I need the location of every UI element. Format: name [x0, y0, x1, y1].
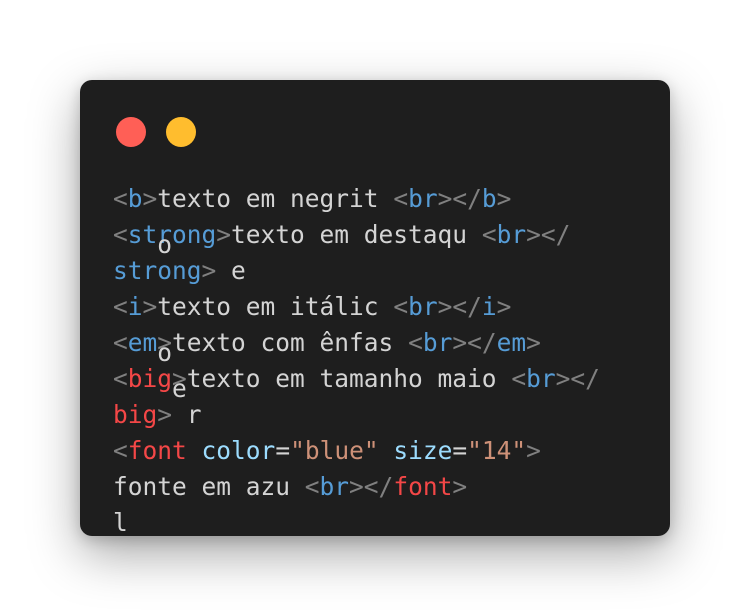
code-token-tag-red: big	[127, 364, 173, 393]
code-token-tag-blue: br	[422, 328, 453, 357]
code-token-tag-red: big	[113, 400, 158, 429]
code-token-bracket: >	[216, 220, 232, 249]
code-token-text: =	[275, 436, 291, 465]
code-token-tag-blue: br	[408, 184, 438, 213]
code-line: <i>texto em itálic <br></i>	[113, 289, 600, 325]
code-line: <big>texto em tamanho maio <br></e	[113, 361, 600, 403]
code-token-text: texto em destaqu	[231, 220, 482, 249]
code-line: strong> e	[113, 253, 600, 289]
code-token-bracket: <	[113, 292, 128, 321]
code-token-bracket: <	[113, 184, 128, 213]
code-token-bracket: <	[113, 364, 128, 393]
code-token-bracket: <	[393, 184, 409, 213]
code-token-bracket: >	[157, 400, 173, 429]
code-token-tag-blue: em	[496, 328, 527, 357]
code-token-text: r	[172, 400, 202, 429]
code-token-string: "blue"	[290, 436, 379, 465]
code-token-bracket: >	[526, 436, 541, 465]
code-token-attr: size	[393, 436, 453, 465]
code-token-tag-blue: br	[319, 472, 350, 501]
code-token-bracket: <	[304, 472, 320, 501]
code-token-bracket: >	[201, 256, 217, 285]
code-token-text: =	[452, 436, 468, 465]
code-token-tag-blue: i	[127, 292, 143, 321]
code-line: <em>texto com ênfas <br></em> o	[113, 325, 600, 367]
code-line: <font color="blue" size="14">	[113, 433, 600, 469]
code-token-bracket: ></	[349, 472, 394, 501]
code-token-bracket: <	[113, 436, 128, 465]
code-token-text: texto em itálic	[157, 292, 394, 321]
code-token-bracket: <	[393, 292, 409, 321]
code-token-bracket: ></	[555, 364, 600, 393]
code-line: <b>texto em negrit <br></b>	[113, 181, 600, 217]
code-line: <strong>texto em destaqu <br></o	[113, 217, 600, 259]
code-token-bracket: <	[113, 328, 128, 357]
code-token-text: e	[216, 256, 246, 285]
code-token-tag-blue: i	[481, 292, 497, 321]
code-token-bracket: >	[452, 472, 468, 501]
code-token-bracket: ></	[437, 292, 482, 321]
code-token-bracket: ></	[452, 328, 497, 357]
code-line: l	[113, 505, 600, 536]
code-line: fonte em azu <br></font>	[113, 469, 600, 505]
code-token-bracket: >	[142, 292, 158, 321]
code-token-bracket: <	[481, 220, 497, 249]
code-token-text: fonte em azu	[113, 472, 305, 501]
code-line: big> r	[113, 397, 600, 433]
code-block: <b>texto em negrit <br></b> <strong>texto…	[113, 181, 600, 536]
code-token-tag-blue: b	[481, 184, 497, 213]
code-window: <b>texto em negrit <br></b> <strong>texto…	[80, 80, 670, 536]
code-token-text: texto em tamanho maio	[186, 364, 512, 393]
code-token-tag-blue: strong	[113, 256, 202, 285]
code-token-tag-blue: br	[526, 364, 556, 393]
code-token-bracket: >	[142, 184, 158, 213]
code-token-string: "14"	[467, 436, 527, 465]
minimize-button[interactable]	[166, 117, 196, 147]
code-token-bracket: ></	[437, 184, 482, 213]
code-token-text: l	[113, 508, 128, 536]
code-token-tag-blue: b	[127, 184, 143, 213]
code-token-attr: color	[201, 436, 276, 465]
code-token-bracket: ></	[526, 220, 571, 249]
code-token-bracket: >	[496, 292, 512, 321]
code-token-tag-blue: em	[127, 328, 158, 357]
code-token-bracket: <	[113, 220, 128, 249]
code-token-bracket: <	[511, 364, 527, 393]
code-token-text: texto em negrit	[157, 184, 394, 213]
code-token-tag-blue: strong	[127, 220, 217, 249]
code-token-bracket: <	[408, 328, 423, 357]
code-token-tag-red: font	[393, 472, 453, 501]
code-token-bracket: >	[526, 328, 541, 357]
code-token-text: texto com ênfas	[172, 328, 409, 357]
close-button[interactable]	[116, 117, 146, 147]
code-token-tag-blue: br	[408, 292, 438, 321]
code-token-bracket: >	[496, 184, 512, 213]
code-token-tag-red: font	[127, 436, 187, 465]
code-token-tag-blue: br	[496, 220, 527, 249]
